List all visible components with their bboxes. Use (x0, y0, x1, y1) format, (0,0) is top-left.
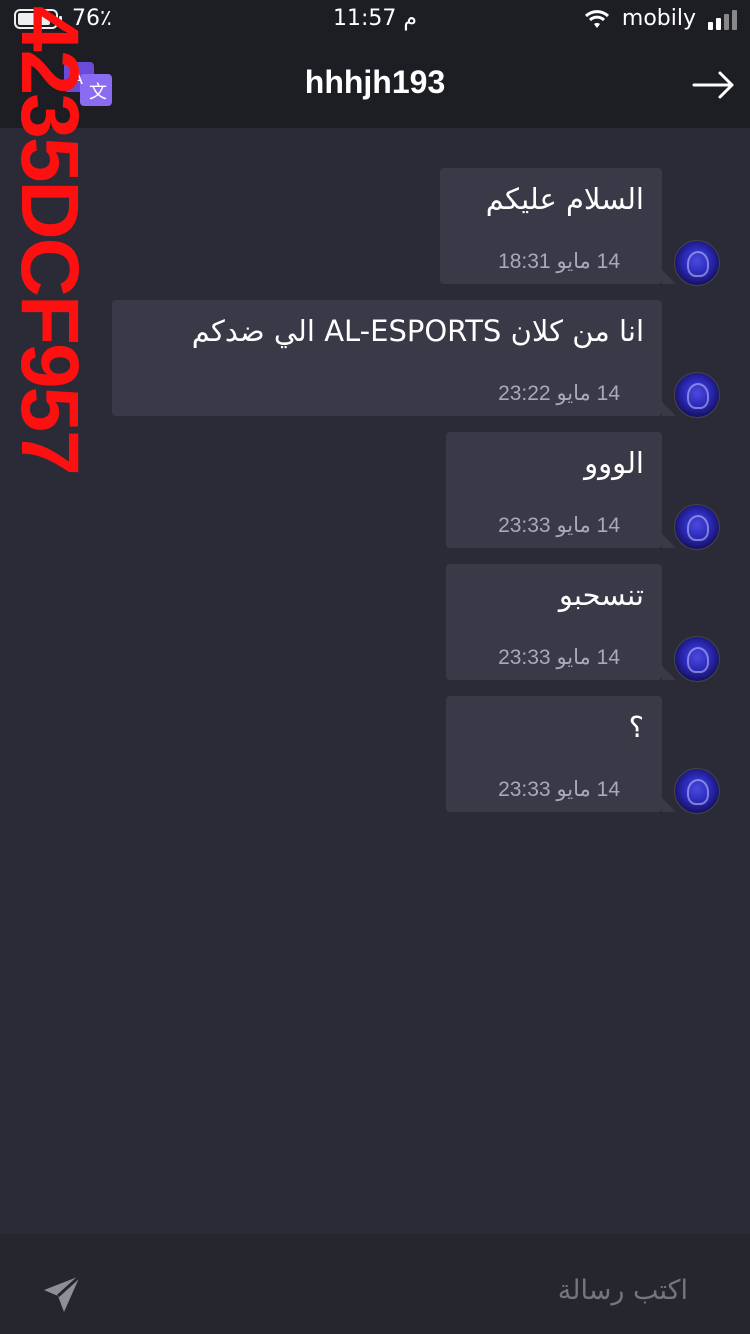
status-bar: 76٪ 11:57 م mobily (0, 0, 750, 42)
arrow-right-icon[interactable] (692, 68, 736, 102)
message-time: 14 مايو 23:33 (498, 514, 620, 537)
chat-header: A 文 hhhjh193 (0, 42, 750, 128)
send-icon[interactable] (40, 1272, 84, 1316)
signal-icon (708, 10, 738, 30)
message-time: 14 مايو 23:33 (498, 778, 620, 801)
message-text: ؟ (628, 710, 644, 744)
carrier-name: mobily (621, 6, 696, 31)
message-time: 14 مايو 23:33 (498, 646, 620, 669)
message-text: انا من كلان AL-ESPORTS الي ضدكم (191, 314, 644, 348)
watermark: 4235DCF957 (4, 6, 95, 474)
message-bubble[interactable]: السلام عليكم 14 مايو 18:31 (440, 168, 676, 284)
message-input[interactable] (126, 1264, 690, 1316)
message-text: تنسحبو (558, 578, 644, 612)
avatar[interactable] (674, 372, 720, 418)
avatar[interactable] (674, 240, 720, 286)
avatar[interactable] (674, 636, 720, 682)
avatar[interactable] (674, 504, 720, 550)
message-bubble[interactable]: ؟ 14 مايو 23:33 (446, 696, 676, 812)
wifi-icon (584, 10, 610, 28)
message-text: السلام عليكم (485, 182, 644, 216)
message-bubble[interactable]: انا من كلان AL-ESPORTS الي ضدكم 14 مايو … (112, 300, 676, 416)
message-text: الووو (584, 446, 644, 480)
avatar[interactable] (674, 768, 720, 814)
message-composer (0, 1234, 750, 1334)
message-time: 14 مايو 18:31 (498, 250, 620, 273)
message-bubble[interactable]: الووو 14 مايو 23:33 (446, 432, 676, 548)
message-bubble[interactable]: تنسحبو 14 مايو 23:33 (446, 564, 676, 680)
chat-title: hhhjh193 (304, 64, 446, 100)
message-time: 14 مايو 23:22 (498, 382, 620, 405)
